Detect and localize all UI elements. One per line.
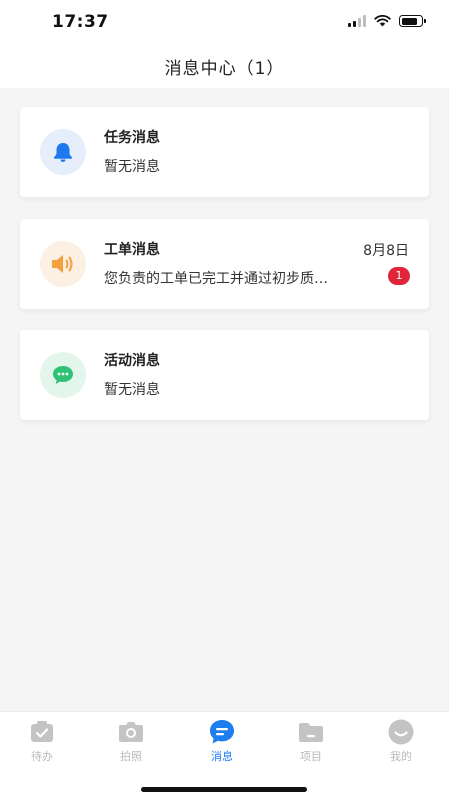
folder-icon [299, 723, 323, 742]
home-indicator[interactable] [141, 787, 307, 792]
card-subtitle: 您负责的工单已完工并通过初步质… [104, 271, 328, 287]
status-time: 17:37 [52, 12, 109, 32]
chat-bubble-icon [53, 366, 73, 384]
signal-icon [348, 15, 366, 27]
message-center-screen: 17:37 消息中心（1） 任务消息 暂无消息 工单消息 8月8日 您负责的工单… [0, 0, 449, 800]
card-date: 8月8日 [363, 243, 409, 259]
tab-label: 拍照 [120, 750, 142, 763]
profile-icon [388, 719, 414, 745]
tab-todo[interactable]: 待办 [12, 718, 72, 764]
tab-messages[interactable]: 消息 [192, 718, 252, 764]
work-order-icon-circle [40, 241, 86, 287]
page-header: 消息中心（1） [0, 44, 449, 88]
task-icon-circle [40, 129, 86, 175]
tab-label: 项目 [300, 750, 322, 763]
page-title: 消息中心（1） [164, 59, 285, 79]
message-icon [210, 720, 234, 744]
card-title: 任务消息 [104, 130, 160, 146]
message-card-task[interactable]: 任务消息 暂无消息 [20, 107, 429, 197]
battery-icon [399, 15, 426, 27]
speaker-icon [52, 255, 73, 273]
card-title: 活动消息 [104, 353, 160, 369]
bell-icon [54, 143, 72, 162]
tab-label: 消息 [211, 750, 233, 763]
tab-camera[interactable]: 拍照 [101, 718, 161, 764]
tab-label: 我的 [390, 750, 412, 763]
status-icons [348, 15, 426, 27]
camera-icon [119, 722, 143, 742]
card-title: 工单消息 [104, 242, 160, 258]
message-card-activity[interactable]: 活动消息 暂无消息 [20, 330, 429, 420]
unread-badge: 1 [388, 267, 410, 285]
card-subtitle: 暂无消息 [104, 159, 160, 175]
tab-profile[interactable]: 我的 [371, 718, 431, 764]
tab-label: 待办 [31, 750, 53, 763]
status-bar: 17:37 [0, 0, 449, 44]
message-card-work-order[interactable]: 工单消息 8月8日 您负责的工单已完工并通过初步质… 1 [20, 219, 429, 309]
wifi-icon [374, 15, 391, 27]
card-subtitle: 暂无消息 [104, 382, 160, 398]
todo-check-icon [31, 721, 53, 742]
activity-icon-circle [40, 352, 86, 398]
tab-projects[interactable]: 项目 [281, 718, 341, 764]
